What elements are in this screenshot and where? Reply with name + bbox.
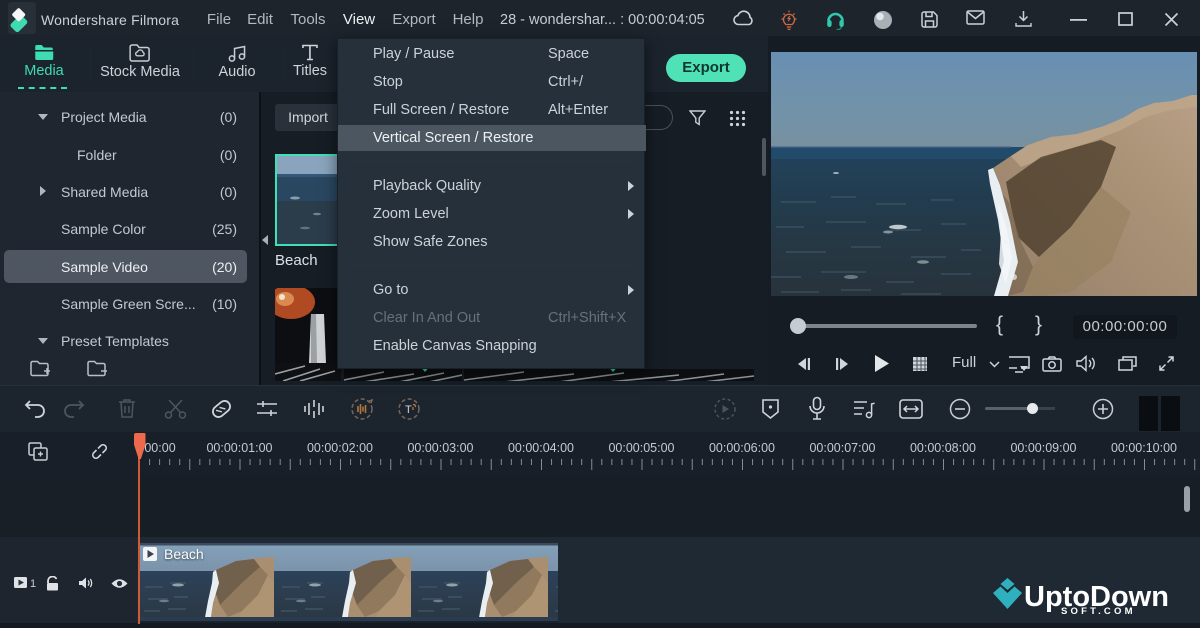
svg-text:SOFT.COM: SOFT.COM <box>1061 606 1136 617</box>
svg-text:1: 1 <box>30 578 36 590</box>
svg-text:T: T <box>405 404 412 416</box>
